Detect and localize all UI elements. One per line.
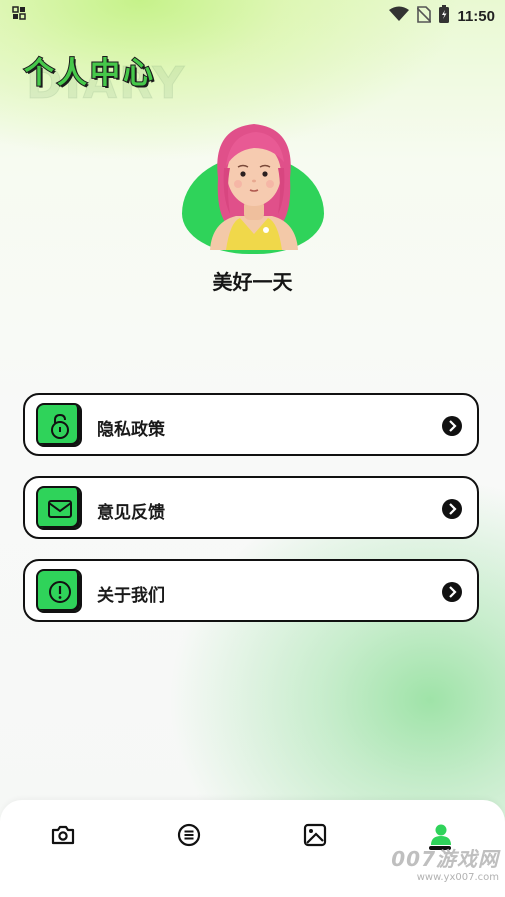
mail-icon [36,486,82,530]
about-us-item[interactable]: 关于我们 [23,559,479,622]
clock-time: 11:50 [457,7,495,25]
camera-icon [50,822,80,848]
feedback-item[interactable]: 意见反馈 [23,476,479,539]
list-icon [176,822,206,848]
image-icon [302,822,332,848]
chevron-right-icon [441,498,463,524]
nav-list[interactable] [176,822,206,852]
nav-gallery[interactable] [302,822,332,852]
watermark-url: www.yx007.com [416,872,499,883]
battery-icon [439,5,450,27]
avatar[interactable] [196,118,312,250]
chevron-right-icon [441,415,463,441]
menu-label: 意见反馈 [97,503,165,523]
chevron-right-icon [441,581,463,607]
status-bar: 11:50 [0,0,505,28]
privacy-policy-item[interactable]: 隐私政策 [23,393,479,456]
username: 美好一天 [212,270,293,294]
no-sim-icon [416,5,433,27]
page-title: 个人中心 [23,55,156,92]
menu-label: 关于我们 [97,586,165,606]
menu-label: 隐私政策 [97,420,165,440]
watermark: 007游戏网 www.yx007.com [391,843,499,883]
nav-camera[interactable] [50,822,80,852]
info-icon [36,569,82,613]
lock-icon [36,403,82,447]
page-header: DIARY 个人中心 [22,48,282,110]
notification-icon [12,6,26,23]
wifi-icon [389,6,410,26]
watermark-brand: 007游戏网 [391,847,499,871]
